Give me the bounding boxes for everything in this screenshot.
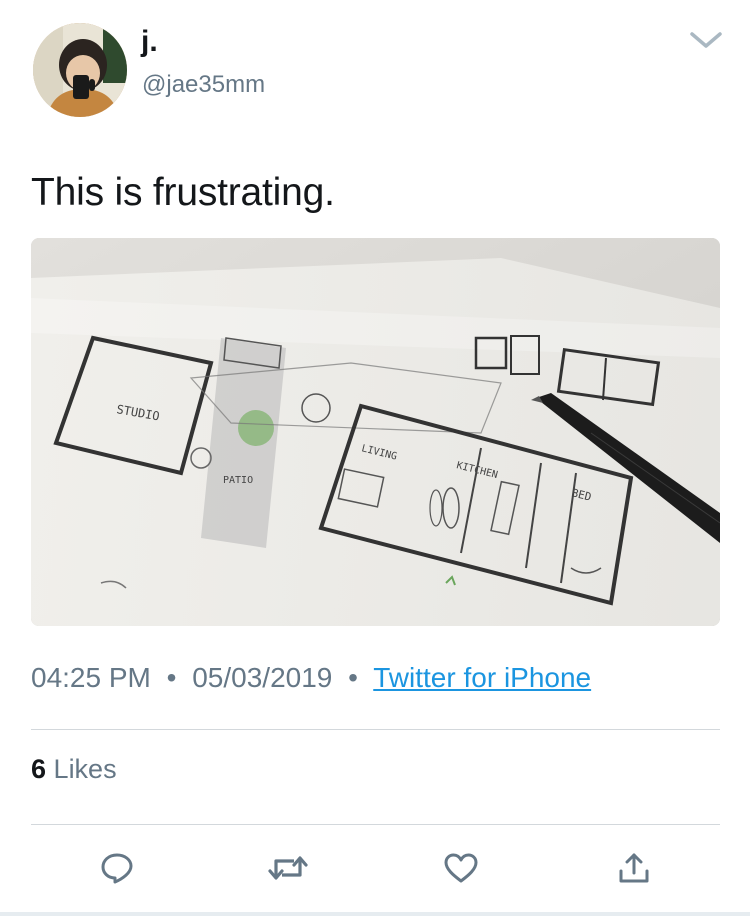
share-icon <box>619 853 649 883</box>
chevron-down-icon[interactable] <box>688 28 724 52</box>
reply-button[interactable] <box>97 848 137 888</box>
divider <box>31 729 720 730</box>
share-button[interactable] <box>614 848 654 888</box>
tweet-meta: 04:25 PM • 05/03/2019 • Twitter for iPho… <box>31 661 591 695</box>
retweet-button[interactable] <box>268 848 308 888</box>
retweet-icon <box>268 856 308 880</box>
divider <box>31 824 720 825</box>
bottom-divider <box>0 912 750 916</box>
display-name[interactable]: j. <box>141 27 158 57</box>
tweet-text: This is frustrating. <box>31 171 335 214</box>
svg-text:PATIO: PATIO <box>223 475 253 486</box>
tweet-source-link[interactable]: Twitter for iPhone <box>373 662 591 693</box>
meta-separator: • <box>348 662 358 693</box>
tweet-date: 05/03/2019 <box>192 662 333 693</box>
likes-count: 6 <box>31 754 47 784</box>
user-handle[interactable]: @jae35mm <box>142 73 265 97</box>
avatar-image <box>33 23 127 117</box>
like-button[interactable] <box>441 848 481 888</box>
tweet-time: 04:25 PM <box>31 662 151 693</box>
avatar[interactable] <box>33 23 127 117</box>
likes-label: Likes <box>53 754 117 784</box>
heart-icon <box>444 853 478 883</box>
likes-summary[interactable]: 6 Likes <box>31 753 117 785</box>
tweet-media-image[interactable]: STUDIO PATIO LIVING KITCHEN BED <box>31 238 720 626</box>
meta-separator: • <box>166 662 177 693</box>
reply-icon <box>101 853 133 884</box>
